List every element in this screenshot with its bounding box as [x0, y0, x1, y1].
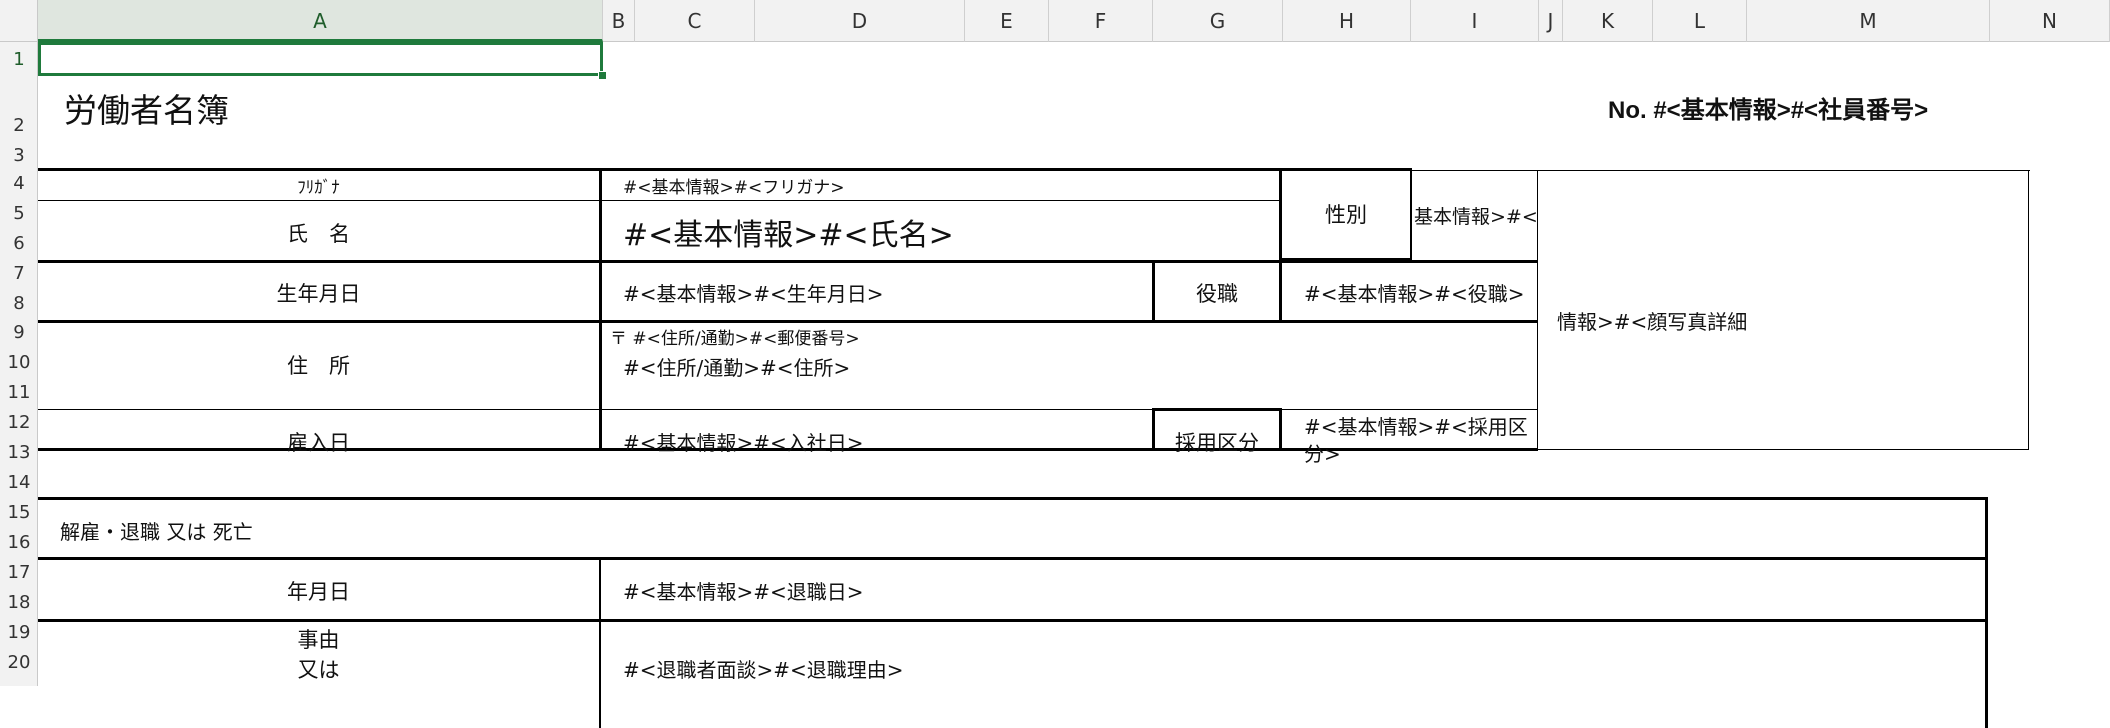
border-line: [1538, 449, 2029, 450]
cell-grid[interactable]: 労働者名簿 No. #<基本情報>#<社員番号> ﾌﾘｶﾞﾅ 氏 名 性別 生年…: [38, 42, 2110, 728]
row-header-19[interactable]: 19: [0, 623, 38, 643]
border-line: [38, 619, 1988, 622]
border-line: [1410, 170, 2030, 171]
row-header-3[interactable]: 3: [0, 146, 38, 166]
border-line: [1279, 408, 1282, 450]
border-line: [1410, 168, 1412, 260]
column-header-bar: A B C D E F G H I J K L M N: [0, 0, 2110, 42]
row-header-11[interactable]: 11: [0, 383, 38, 403]
column-header-d[interactable]: D: [755, 0, 965, 42]
employment-type-value-line2: 分>: [1304, 442, 1341, 466]
column-header-f[interactable]: F: [1049, 0, 1153, 42]
position-value: #<基本情報>#<役職>: [1304, 282, 1525, 306]
form-title: 労働者名簿: [64, 91, 229, 130]
reason-label-line1: 事由: [297, 628, 340, 652]
hire-date-value: #<基本情報>#<入社日>: [623, 431, 864, 455]
row-header-4[interactable]: 4: [0, 174, 38, 194]
border-line: [38, 409, 1538, 410]
row-header-5[interactable]: 5: [0, 204, 38, 224]
column-header-e[interactable]: E: [965, 0, 1049, 42]
border-line: [599, 168, 602, 450]
address-label: 住 所: [287, 354, 350, 378]
row-header-9[interactable]: 9: [0, 323, 38, 343]
row-header-15[interactable]: 15: [0, 503, 38, 523]
border-line: [38, 200, 1280, 201]
hire-date-label: 雇入日: [287, 431, 350, 455]
row-header-12[interactable]: 12: [0, 413, 38, 433]
name-value: #<基本情報>#<氏名>: [623, 218, 954, 253]
employment-type-label: 採用区分: [1175, 431, 1259, 455]
border-line: [1152, 408, 1282, 411]
border-line: [38, 320, 1538, 323]
gender-label: 性別: [1325, 203, 1367, 227]
column-header-l[interactable]: L: [1653, 0, 1747, 42]
postal-code-value: 〒 #<住所/通勤>#<郵便番号>: [610, 329, 860, 349]
row-header-13[interactable]: 13: [0, 443, 38, 463]
position-label: 役職: [1196, 282, 1238, 306]
row-header-bar: 1 2 3 4 5 6 7 8 9 10 11 12 13 14 15 16 1…: [0, 42, 38, 686]
retire-reason-value: #<退職者面談>#<退職理由>: [623, 658, 904, 682]
border-line: [1985, 497, 1988, 728]
row-header-10[interactable]: 10: [0, 353, 38, 373]
column-header-g[interactable]: G: [1153, 0, 1283, 42]
column-header-k[interactable]: K: [1563, 0, 1653, 42]
gender-value: 基本情報>#<性: [1414, 206, 1538, 228]
border-line: [38, 557, 1988, 560]
column-header-h[interactable]: H: [1283, 0, 1411, 42]
furigana-label: ﾌﾘｶﾞﾅ: [297, 178, 340, 198]
row-header-20[interactable]: 20: [0, 653, 38, 673]
fill-handle[interactable]: [598, 71, 607, 80]
row-header-14[interactable]: 14: [0, 473, 38, 493]
row-header-16[interactable]: 16: [0, 533, 38, 553]
column-header-b[interactable]: B: [603, 0, 635, 42]
select-all-corner[interactable]: [0, 0, 38, 42]
border-line: [1279, 258, 1412, 261]
row-header-18[interactable]: 18: [0, 593, 38, 613]
border-line: [599, 557, 601, 728]
border-line: [2028, 170, 2029, 450]
birthdate-value: #<基本情報>#<生年月日>: [623, 282, 884, 306]
birthdate-label: 生年月日: [276, 282, 361, 306]
row-header-6[interactable]: 6: [0, 234, 38, 254]
row-header-17[interactable]: 17: [0, 563, 38, 583]
retire-date-value: #<基本情報>#<退職日>: [623, 580, 864, 604]
reason-label-line2: 又は: [297, 658, 340, 682]
name-label: 氏 名: [287, 222, 350, 246]
retire-date-label: 年月日: [287, 580, 350, 604]
column-header-m[interactable]: M: [1747, 0, 1990, 42]
column-header-j[interactable]: J: [1539, 0, 1563, 42]
photo-value: 情報>#<顔写真詳細: [1557, 310, 1748, 334]
column-header-a[interactable]: A: [38, 0, 603, 42]
column-header-n[interactable]: N: [1990, 0, 2110, 42]
border-line: [1279, 261, 1282, 322]
row-header-1[interactable]: 1: [0, 50, 38, 70]
row-header-8[interactable]: 8: [0, 294, 38, 314]
row-header-2[interactable]: 2: [0, 116, 38, 136]
border-line: [38, 168, 1410, 171]
dismissal-section-header: 解雇・退職 又は 死亡: [60, 520, 253, 544]
address-value: #<住所/通勤>#<住所>: [623, 356, 851, 380]
furigana-value: #<基本情報>#<フリガナ>: [623, 178, 845, 198]
selected-cell-a1[interactable]: [38, 42, 603, 76]
row-header-7[interactable]: 7: [0, 264, 38, 284]
employment-type-value-line1: #<基本情報>#<採用区: [1304, 415, 1528, 439]
column-header-c[interactable]: C: [635, 0, 755, 42]
column-header-i[interactable]: I: [1411, 0, 1539, 42]
border-line: [38, 497, 1988, 500]
employee-number: No. #<基本情報>#<社員番号>: [1608, 97, 1929, 124]
